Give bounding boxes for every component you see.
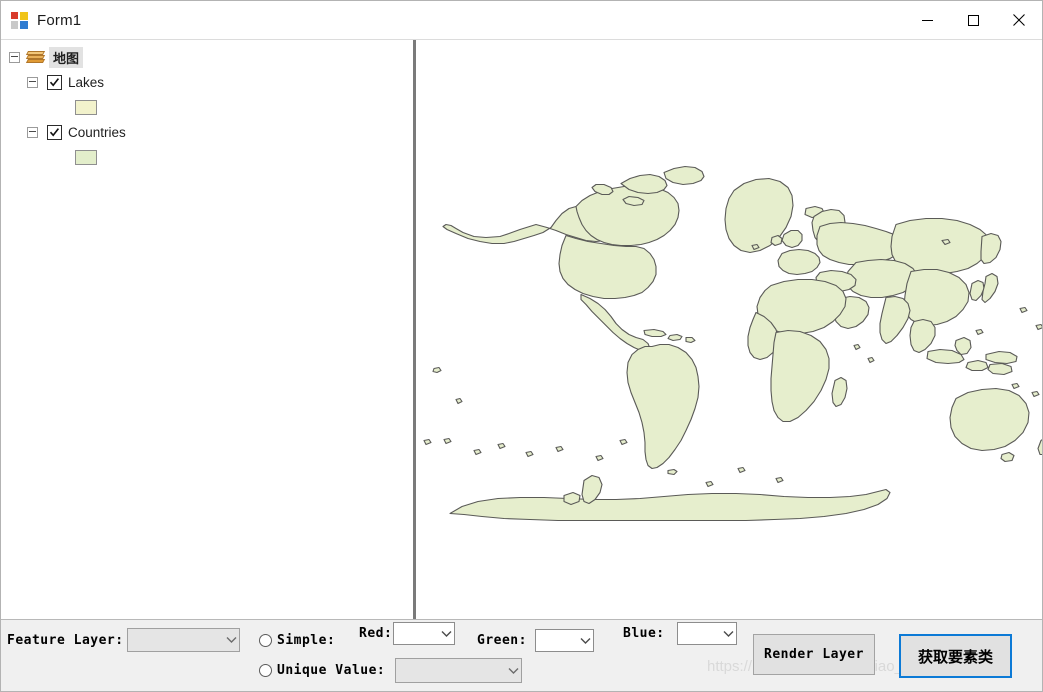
chevron-down-icon — [720, 623, 736, 644]
window-controls — [904, 1, 1042, 39]
tree-node-countries-symbol[interactable] — [1, 145, 413, 170]
feature-layer-combobox[interactable] — [127, 628, 240, 652]
countries-symbol-swatch[interactable] — [75, 150, 97, 165]
title-bar: Form1 — [1, 1, 1042, 40]
unique-value-radio[interactable] — [259, 664, 272, 677]
unique-value-combobox[interactable] — [395, 658, 522, 683]
blue-combobox[interactable] — [677, 622, 737, 645]
close-button[interactable] — [996, 1, 1042, 39]
tree-node-lakes[interactable]: Lakes — [1, 70, 413, 95]
green-combobox[interactable] — [535, 629, 594, 652]
lakes-symbol-swatch[interactable] — [75, 100, 97, 115]
main-content: 地图 Lakes Countries — [1, 40, 1042, 619]
root-node-label: 地图 — [49, 47, 84, 68]
layer-tree: 地图 Lakes Countries — [1, 40, 413, 170]
chevron-down-icon — [223, 629, 239, 651]
winforms-icon — [11, 11, 28, 29]
unique-value-label: Unique Value: — [277, 663, 386, 678]
get-feature-class-button-label: 获取要素类 — [917, 647, 993, 666]
minimize-button[interactable] — [904, 1, 950, 39]
maximize-button[interactable] — [950, 1, 996, 39]
green-label: Green: — [477, 633, 527, 648]
tree-node-countries[interactable]: Countries — [1, 120, 413, 145]
tree-node-root[interactable]: 地图 — [1, 45, 413, 70]
map-background — [416, 40, 1042, 619]
close-icon — [1013, 14, 1025, 26]
feature-layer-label: Feature Layer: — [7, 633, 124, 648]
simple-radio[interactable] — [259, 634, 272, 647]
layer-tree-panel[interactable]: 地图 Lakes Countries — [1, 40, 413, 619]
chevron-down-icon — [577, 630, 593, 651]
lakes-checkbox[interactable] — [47, 75, 62, 90]
countries-checkbox[interactable] — [47, 125, 62, 140]
chevron-down-icon — [505, 659, 521, 682]
get-feature-class-button[interactable]: 获取要素类 — [899, 634, 1012, 678]
blue-label: Blue: — [623, 626, 665, 641]
render-layer-button-label: Render Layer — [764, 647, 864, 662]
maximize-icon — [967, 14, 979, 26]
lakes-node-label: Lakes — [68, 75, 105, 90]
checkmark-icon — [49, 128, 60, 137]
map-display-panel[interactable] — [416, 40, 1042, 619]
application-window: Form1 地图 Lakes Countries Feature Layer: … — [0, 0, 1043, 692]
countries-node-label: Countries — [68, 125, 126, 140]
simple-label: Simple: — [277, 633, 336, 648]
lakes-expander-icon[interactable] — [27, 77, 38, 88]
world-map[interactable] — [416, 40, 1042, 619]
red-label: Red: — [359, 626, 393, 641]
root-expander-icon[interactable] — [9, 52, 20, 63]
countries-expander-icon[interactable] — [27, 127, 38, 138]
chevron-down-icon — [438, 623, 454, 644]
render-toolbar: Feature Layer: Simple: Unique Value: Red… — [1, 619, 1042, 691]
render-layer-button[interactable]: Render Layer — [753, 634, 875, 675]
window-title: Form1 — [37, 11, 82, 29]
red-combobox[interactable] — [393, 622, 455, 645]
tree-node-lakes-symbol[interactable] — [1, 95, 413, 120]
minimize-icon — [921, 19, 933, 21]
checkmark-icon — [49, 78, 60, 87]
layers-icon — [25, 50, 46, 65]
